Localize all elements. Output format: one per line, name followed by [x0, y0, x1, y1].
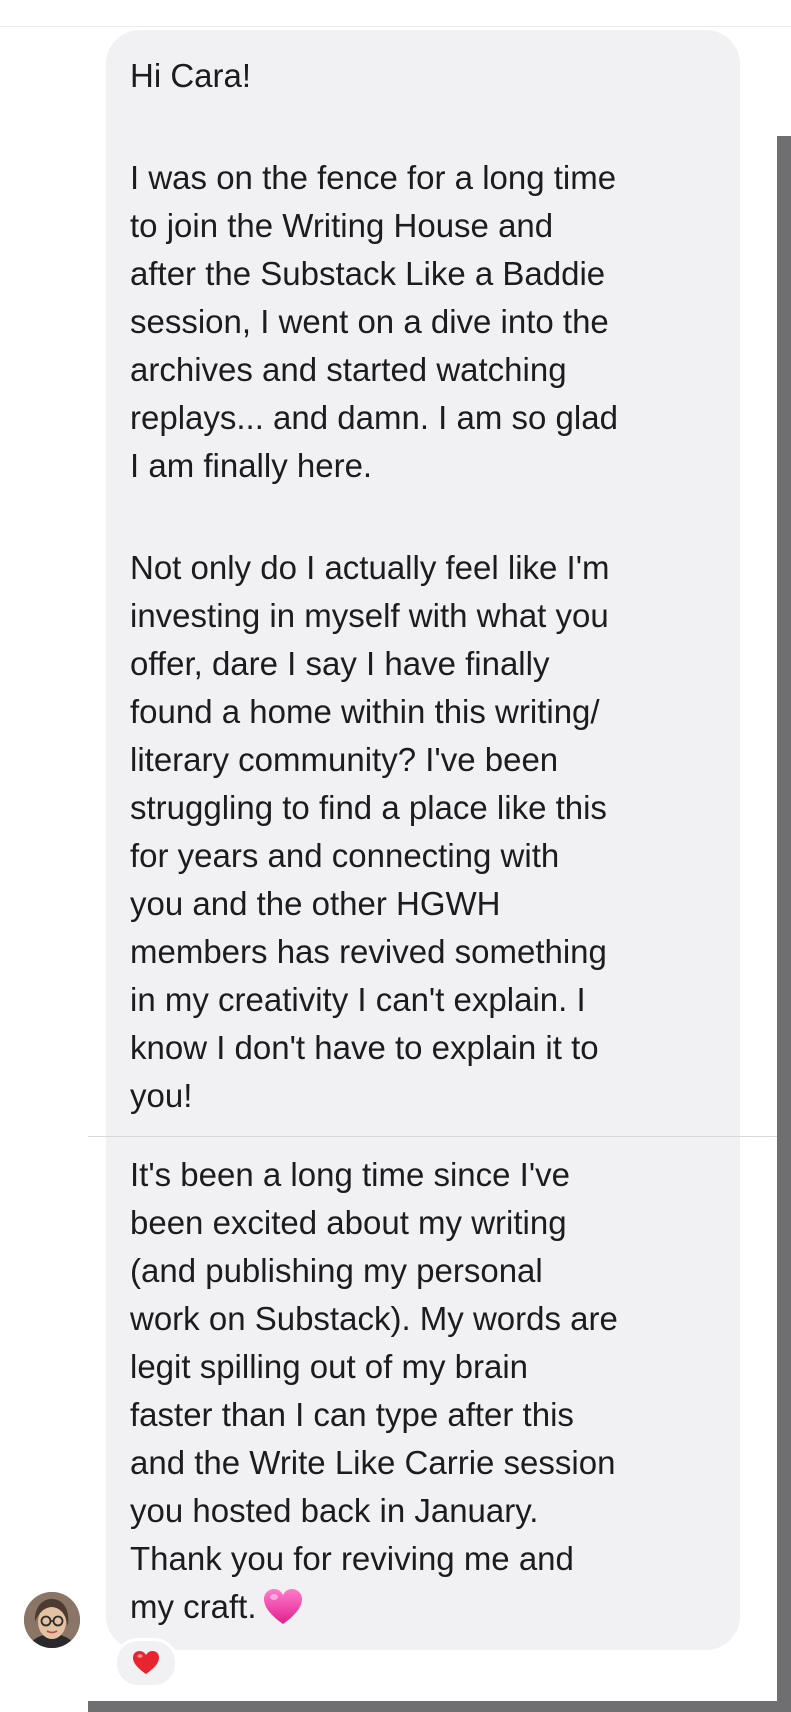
scrollbar-right[interactable]: [777, 136, 791, 1712]
message-paragraph-3: It's been a long time since I've been ex…: [130, 1156, 618, 1625]
message-divider: [88, 1136, 777, 1137]
message-paragraph-3-container: It's been a long time since I've been ex…: [130, 1151, 730, 1631]
avatar[interactable]: [24, 1592, 80, 1648]
red-heart-icon: [133, 1651, 159, 1674]
pink-heart-icon: [263, 1589, 302, 1624]
avatar-image: [24, 1592, 80, 1648]
message-paragraph-2: Not only do I actually feel like I'm inv…: [130, 549, 610, 1114]
reaction-badge[interactable]: [114, 1638, 178, 1688]
top-divider: [0, 26, 791, 27]
message-greeting: Hi Cara!: [130, 57, 252, 94]
message-paragraph-1: I was on the fence for a long time to jo…: [130, 159, 618, 484]
scrollbar-bottom[interactable]: [88, 1701, 791, 1712]
